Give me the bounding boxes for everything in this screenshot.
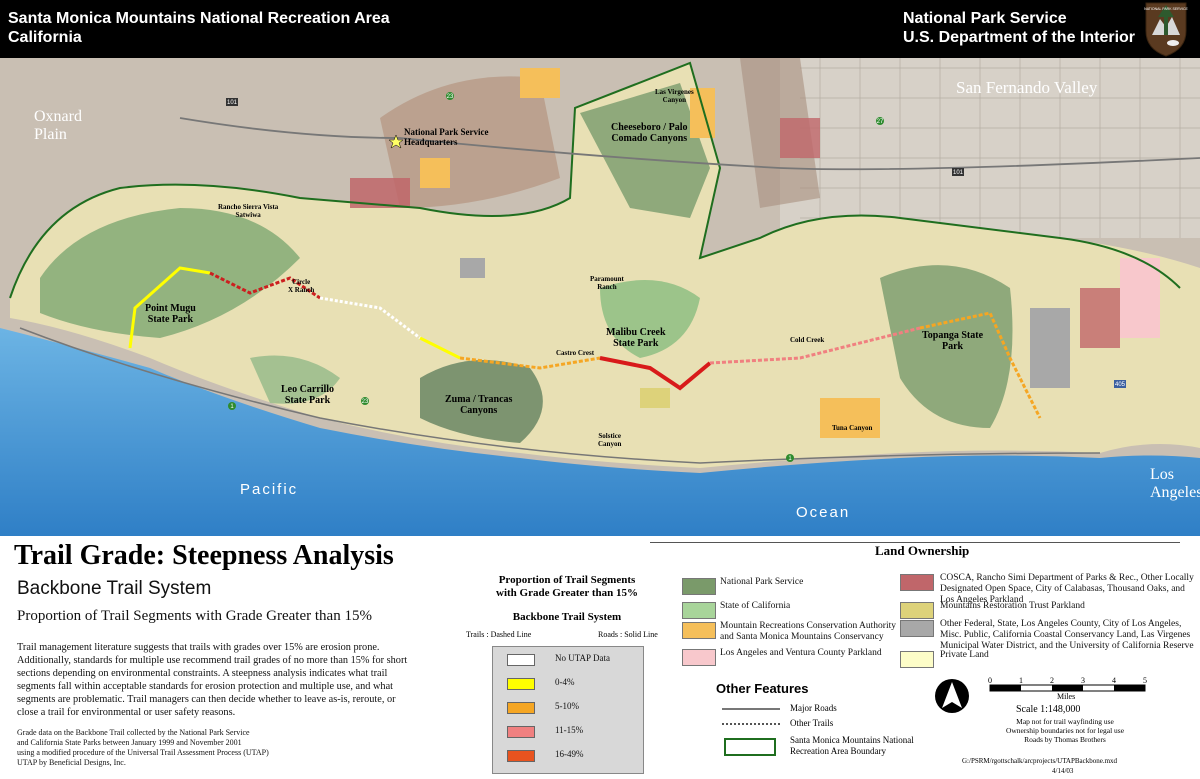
other-features-heading: Other Features (716, 681, 809, 696)
nps-arrowhead-logo: NATIONAL PARK SERVICE (1144, 2, 1188, 57)
trail-map: 101 101 23 27 1 1 23 405 (0, 58, 1200, 536)
patch-cosca (780, 118, 820, 158)
label-point-mugu: Point Mugu State Park (145, 303, 196, 325)
data-credits: Grade data on the Backbone Trail collect… (17, 728, 269, 767)
patch-mrt (640, 388, 670, 408)
map-date: 4/14/03 (1052, 767, 1074, 775)
patch-mrca (820, 398, 880, 438)
shield-23: 23 (447, 94, 454, 100)
grade-legend-system: Backbone Trail System (512, 611, 622, 623)
label-cold-creek: Cold Creek (790, 336, 825, 344)
map-subtitle-2: Proportion of Trail Segments with Grade … (17, 608, 372, 624)
label-tuna-canyon: Tuna Canyon (832, 424, 873, 432)
land-swatch (900, 620, 934, 637)
header-state: California (8, 29, 82, 46)
patch-other-public (460, 258, 485, 278)
grade-legend-heading: Proportion of Trail Segments with Grade … (496, 574, 638, 599)
scale-tick-label: 1 (1019, 676, 1023, 685)
scale-tick-label: 2 (1050, 676, 1054, 685)
land-label: Private Land (940, 650, 989, 660)
map-subtitle: Backbone Trail System (17, 578, 212, 599)
label-rancho-sierra-vista: Rancho Sierra Vista Satwiwa (218, 203, 279, 219)
grade-label: 5-10% (555, 701, 579, 711)
scale-unit: Miles (1057, 692, 1076, 701)
grade-label: 16-49% (555, 749, 584, 759)
land-ownership-heading: Land Ownership (875, 543, 970, 558)
patch-cosca (1080, 288, 1120, 348)
grade-swatch (507, 678, 535, 690)
header-bar: Santa Monica Mountains National Recreati… (0, 0, 1200, 58)
nra-boundary-swatch (724, 738, 776, 756)
scale-tick-label: 0 (988, 676, 992, 685)
land-swatch (900, 602, 934, 619)
shield-27: 27 (877, 119, 884, 125)
scale-tick-label: 5 (1143, 676, 1147, 685)
major-roads-line (722, 708, 780, 710)
label-san-fernando-valley: San Fernando Valley (956, 78, 1098, 97)
patch-mrca (520, 68, 560, 98)
shield-101-west: 101 (227, 100, 238, 106)
label-castro-crest: Castro Crest (556, 349, 595, 357)
label-malibu-creek: Malibu Creek State Park (606, 327, 666, 349)
map-file-path: G:/PSRM/rgottschalk/arcprojects/UTAPBack… (962, 757, 1118, 765)
label-ocean: Ocean (796, 504, 851, 521)
shield-101-east: 101 (953, 170, 964, 176)
land-label: National Park Service (720, 577, 804, 587)
other-trails-line (722, 723, 780, 725)
header-department: U.S. Department of the Interior (903, 29, 1136, 46)
land-swatch (682, 649, 716, 666)
label-paramount-ranch: Paramount Ranch (590, 275, 624, 291)
land-swatch (682, 622, 716, 639)
land-label: Mountain Recreations Conservation Author… (720, 621, 896, 642)
label-las-virgenes: Las Virgenes Canyon (655, 88, 694, 104)
grade-swatch (507, 702, 535, 714)
grade-swatch (507, 654, 535, 666)
roads-solid-note: Roads : Solid Line (598, 630, 658, 639)
map-title: Trail Grade: Steepness Analysis (14, 540, 394, 571)
label-circle-x-ranch: Circle X Ranch (288, 278, 315, 294)
grade-legend-box: No UTAP Data 0-4% 5-10% 11-15% 16-49% (492, 646, 644, 774)
shield-23-south: 23 (362, 399, 369, 405)
scale-ratio: Scale 1:148,000 (1016, 704, 1081, 715)
other-trails-label: Other Trails (790, 718, 834, 728)
logo-lettering: NATIONAL PARK SERVICE (1144, 7, 1188, 11)
label-nps-headquarters: National Park Service Headquarters (404, 127, 489, 147)
grade-label: 0-4% (555, 677, 575, 687)
land-label: State of California (720, 601, 791, 611)
label-oxnard-plain: Oxnard Plain (34, 108, 82, 143)
label-solstice-canyon: Solstice Canyon (598, 432, 622, 448)
label-cheeseboro: Cheeseboro / Palo Comado Canyons (611, 122, 688, 144)
patch-other-public (1030, 308, 1070, 388)
grade-label: 11-15% (555, 725, 584, 735)
land-label: Los Angeles and Ventura County Parkland (720, 648, 882, 658)
land-label: Mountains Restoration Trust Parkland (940, 601, 1085, 611)
scale-notes: Map not for trail wayfinding use Ownersh… (1005, 717, 1125, 744)
patch-county (1120, 258, 1160, 338)
header-title: Santa Monica Mountains National Recreati… (8, 10, 390, 27)
land-swatch (900, 574, 934, 591)
land-swatch (900, 651, 934, 668)
scale-tick-label: 4 (1112, 676, 1116, 685)
land-label: Other Federal, State, Los Angeles County… (940, 619, 1194, 651)
shield-405: 405 (1115, 382, 1126, 388)
label-los-angeles: Los Angeles (1150, 466, 1200, 501)
land-swatch (682, 602, 716, 619)
grade-swatch (507, 750, 535, 762)
trails-dashed-note: Trails : Dashed Line (466, 630, 532, 639)
label-leo-carrillo: Leo Carrillo State Park (281, 384, 335, 406)
patch-mrca (420, 158, 450, 188)
grade-swatch (507, 726, 535, 738)
scale-tick-label: 3 (1081, 676, 1085, 685)
label-pacific: Pacific (240, 481, 299, 498)
nra-boundary-label: Santa Monica Mountains National Recreati… (790, 735, 914, 756)
land-swatch (682, 578, 716, 595)
label-zuma-trancas: Zuma / Trancas Canyons (445, 394, 513, 416)
grade-label: No UTAP Data (555, 653, 610, 663)
map-description: Trail management literature suggests tha… (17, 642, 408, 718)
header-agency: National Park Service (903, 10, 1067, 27)
north-arrow-icon (935, 679, 969, 713)
major-roads-label: Major Roads (790, 703, 837, 713)
label-topanga: Topanga State Park (922, 330, 984, 352)
